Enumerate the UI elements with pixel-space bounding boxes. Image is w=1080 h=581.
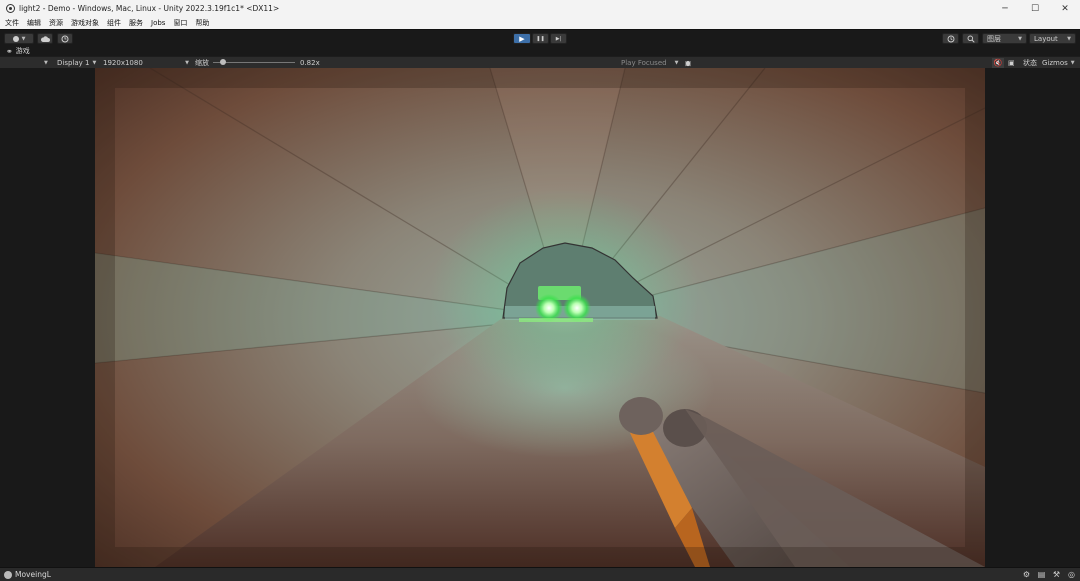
bug-button[interactable] bbox=[684, 58, 692, 68]
layout-label: Layout bbox=[1034, 34, 1058, 43]
status-bar: MoveingL ⚙ ▤ ⚒ ◎ bbox=[0, 567, 1080, 581]
layers-dropdown[interactable]: 图层 ▼ bbox=[982, 33, 1027, 44]
notifications-icon[interactable]: ◎ bbox=[1067, 570, 1076, 579]
tab-game[interactable]: 游戏 bbox=[16, 46, 30, 56]
step-button[interactable]: ▶| bbox=[550, 33, 567, 44]
speaker-mute-icon: 🔇 bbox=[993, 59, 1003, 67]
account-icon bbox=[12, 35, 19, 42]
scale-slider[interactable] bbox=[213, 57, 297, 68]
cloud-button[interactable] bbox=[37, 33, 53, 44]
vr-button[interactable]: ▣ bbox=[1008, 58, 1015, 68]
chevron-down-icon: ▼ bbox=[674, 60, 679, 66]
maximize-button[interactable]: ☐ bbox=[1020, 0, 1050, 17]
display-dropdown[interactable]: Display 1 ▼ bbox=[57, 58, 96, 68]
display-label: Display 1 bbox=[57, 59, 90, 67]
menu-edit[interactable]: 编辑 bbox=[23, 18, 45, 28]
play-mode-dropdown[interactable]: Play Focused ▼ bbox=[621, 58, 678, 68]
progress-icon[interactable]: ⚒ bbox=[1052, 570, 1061, 579]
game-view[interactable] bbox=[95, 68, 985, 567]
game-tab-bar: ⚭ 游戏 bbox=[0, 46, 1080, 56]
search-button[interactable] bbox=[962, 33, 979, 44]
close-button[interactable]: ✕ bbox=[1050, 0, 1080, 17]
menu-jobs[interactable]: Jobs bbox=[147, 19, 169, 27]
info-icon bbox=[4, 570, 12, 579]
scale-slider-thumb[interactable] bbox=[220, 59, 227, 65]
menu-gameobject[interactable]: 游戏对象 bbox=[67, 18, 103, 28]
title-bar: light2 - Demo - Windows, Mac, Linux - Un… bbox=[0, 0, 1080, 17]
status-message[interactable]: MoveingL bbox=[15, 570, 51, 579]
chevron-down-icon: ▼ bbox=[1070, 60, 1075, 66]
menu-assets[interactable]: 资源 bbox=[45, 18, 67, 28]
game-render-scene bbox=[95, 68, 985, 567]
window-controls: ─ ☐ ✕ bbox=[990, 0, 1080, 17]
headset-icon: ▣ bbox=[1008, 59, 1015, 67]
history-icon bbox=[947, 35, 954, 42]
chevron-down-icon: ▼ bbox=[92, 60, 97, 66]
game-mode-dropdown[interactable]: ▼ bbox=[44, 58, 48, 68]
layout-dropdown[interactable]: Layout ▼ bbox=[1029, 33, 1076, 44]
unity-logo-icon bbox=[6, 4, 15, 13]
resolution-label: 1920x1080 bbox=[103, 59, 143, 67]
scale-value: 0.82x bbox=[300, 59, 320, 67]
play-button[interactable]: ▶ bbox=[513, 33, 531, 44]
search-icon bbox=[967, 35, 975, 43]
gizmos-label: Gizmos bbox=[1042, 59, 1068, 67]
game-control-bar: ▼ Display 1 ▼ 1920x1080 ▼ 缩放 0.82x Play … bbox=[0, 56, 1080, 68]
chevron-down-icon: ▼ bbox=[1018, 35, 1022, 42]
bug-icon bbox=[685, 60, 691, 67]
mute-audio-button[interactable]: 🔇 bbox=[992, 58, 1004, 68]
menu-component[interactable]: 组件 bbox=[103, 18, 125, 28]
collab-button[interactable] bbox=[57, 33, 73, 44]
stats-button[interactable]: 状态 bbox=[1023, 58, 1037, 68]
pause-button[interactable]: ❚❚ bbox=[532, 33, 549, 44]
menu-bar: 文件 编辑 资源 游戏对象 组件 服务 Jobs 窗口 帮助 bbox=[0, 17, 1080, 29]
gizmos-dropdown[interactable]: Gizmos ▼ bbox=[1042, 58, 1075, 68]
collab-icon bbox=[61, 35, 69, 42]
chevron-down-icon: ▼ bbox=[1067, 35, 1071, 42]
history-button[interactable] bbox=[942, 33, 959, 44]
menu-services[interactable]: 服务 bbox=[125, 18, 147, 28]
cache-server-icon[interactable]: ▤ bbox=[1037, 570, 1046, 579]
status-bar-tools: ⚙ ▤ ⚒ ◎ bbox=[1022, 570, 1076, 579]
window-title: light2 - Demo - Windows, Mac, Linux - Un… bbox=[19, 4, 280, 13]
chevron-down-icon: ▼ bbox=[44, 60, 48, 66]
menu-file[interactable]: 文件 bbox=[0, 18, 23, 28]
debug-icon[interactable]: ⚙ bbox=[1022, 570, 1031, 579]
game-view-icon: ⚭ bbox=[6, 46, 13, 56]
account-button[interactable]: ▼ bbox=[4, 33, 34, 44]
main-toolbar: ▼ ▶ ❚❚ ▶| 图层 ▼ Layout ▼ bbox=[0, 29, 1080, 46]
cloud-icon bbox=[40, 35, 50, 42]
chevron-down-icon: ▼ bbox=[185, 60, 189, 66]
menu-help[interactable]: 帮助 bbox=[191, 18, 213, 28]
minimize-button[interactable]: ─ bbox=[990, 0, 1020, 17]
resolution-dropdown[interactable]: 1920x1080 ▼ bbox=[103, 58, 189, 68]
chevron-down-icon: ▼ bbox=[21, 35, 26, 42]
menu-window[interactable]: 窗口 bbox=[169, 18, 191, 28]
layers-label: 图层 bbox=[987, 34, 1001, 43]
play-mode-label: Play Focused bbox=[621, 59, 667, 67]
scale-label: 缩放 bbox=[195, 59, 209, 67]
